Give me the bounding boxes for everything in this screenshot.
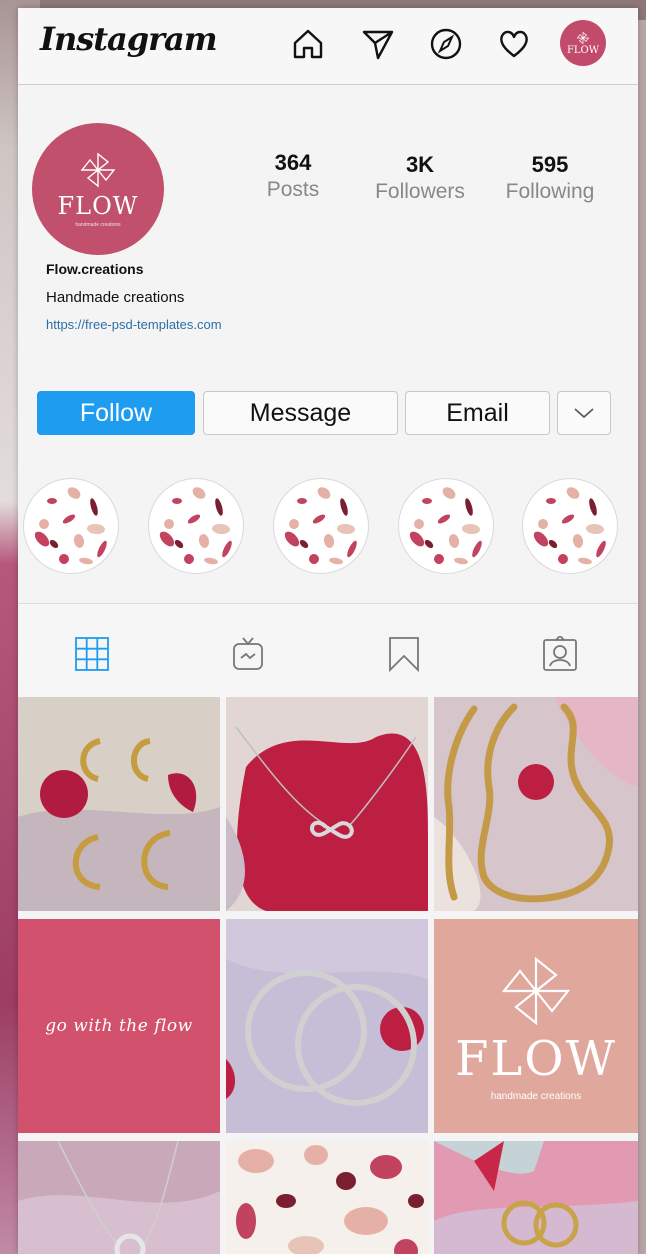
post-image (226, 919, 428, 1133)
post-infinity-necklace[interactable] (226, 697, 428, 911)
post-gold-chain[interactable] (434, 697, 638, 911)
post-image (18, 697, 220, 911)
avatar-brand: FLOW (57, 192, 139, 220)
post-terrazzo[interactable] (226, 1141, 428, 1254)
chevron-down-icon (574, 408, 594, 419)
more-options-button[interactable] (557, 391, 611, 435)
story-highlight[interactable] (522, 478, 618, 574)
posts-label: Posts (266, 178, 320, 201)
instagram-logo[interactable]: Instagram (40, 20, 218, 58)
post-image (226, 1141, 428, 1254)
post-silver-hoops[interactable] (226, 919, 428, 1133)
posts-count: 364 (274, 150, 312, 175)
post-image (226, 697, 428, 911)
pinwheel-icon (576, 31, 590, 44)
followers-label: Followers (375, 180, 465, 203)
pinwheel-icon (80, 152, 116, 188)
highlight-cover (533, 487, 606, 565)
stat-following[interactable]: 595 Following (490, 152, 610, 204)
highlight-cover (159, 487, 232, 565)
profile-avatar[interactable]: FLOW handmade creations (32, 123, 164, 255)
grid-icon[interactable] (74, 636, 110, 672)
stat-posts[interactable]: 364 Posts (233, 150, 353, 202)
post-image (18, 1141, 220, 1254)
highlight-cover (34, 487, 107, 565)
follow-button[interactable]: Follow (37, 391, 195, 435)
profile-bio: Handmade creations (46, 289, 185, 306)
followers-count: 3K (405, 152, 435, 177)
pinwheel-icon (501, 956, 571, 1025)
story-highlight[interactable] (398, 478, 494, 574)
stat-followers[interactable]: 3K Followers (360, 152, 480, 204)
post-image (434, 697, 638, 911)
post-brand: FLOW (455, 1030, 617, 1087)
saved-icon[interactable] (386, 636, 422, 672)
avatar-small-label: FLOW (566, 44, 600, 56)
profile-username: Flow.creations (46, 261, 144, 277)
story-highlight[interactable] (23, 478, 119, 574)
post-quote[interactable]: go with the flow (18, 919, 220, 1133)
heart-icon[interactable] (496, 26, 532, 62)
post-gold-hoops[interactable] (18, 697, 220, 911)
post-tagline: handmade creations (490, 1090, 582, 1102)
explore-icon[interactable] (428, 26, 464, 62)
igtv-icon[interactable] (230, 636, 266, 672)
avatar-tagline: handmade creations (75, 222, 121, 228)
post-flow-logo[interactable]: FLOW handmade creations (434, 919, 638, 1133)
following-count: 595 (531, 152, 569, 177)
story-highlight[interactable] (273, 478, 369, 574)
home-icon[interactable] (290, 26, 326, 62)
profile-link[interactable]: https://free-psd-templates.com (46, 317, 222, 332)
profile-avatar-small[interactable]: FLOW (560, 20, 606, 66)
email-button[interactable]: Email (405, 391, 550, 435)
instagram-profile-screen: Instagram FLOW FLOW handmade creations 3… (18, 8, 638, 1254)
message-button[interactable]: Message (203, 391, 398, 435)
post-silver-necklace[interactable] (18, 1141, 220, 1254)
send-icon[interactable] (360, 26, 396, 62)
story-highlight[interactable] (148, 478, 244, 574)
profile-tabs (18, 603, 638, 699)
post-caption: go with the flow (45, 1016, 193, 1036)
top-bar: Instagram FLOW (18, 8, 638, 85)
post-image (434, 1141, 638, 1254)
highlight-cover (284, 487, 357, 565)
tagged-icon[interactable] (542, 636, 578, 672)
following-label: Following (505, 180, 595, 203)
post-gold-huggies[interactable] (434, 1141, 638, 1254)
highlight-cover (409, 487, 482, 565)
